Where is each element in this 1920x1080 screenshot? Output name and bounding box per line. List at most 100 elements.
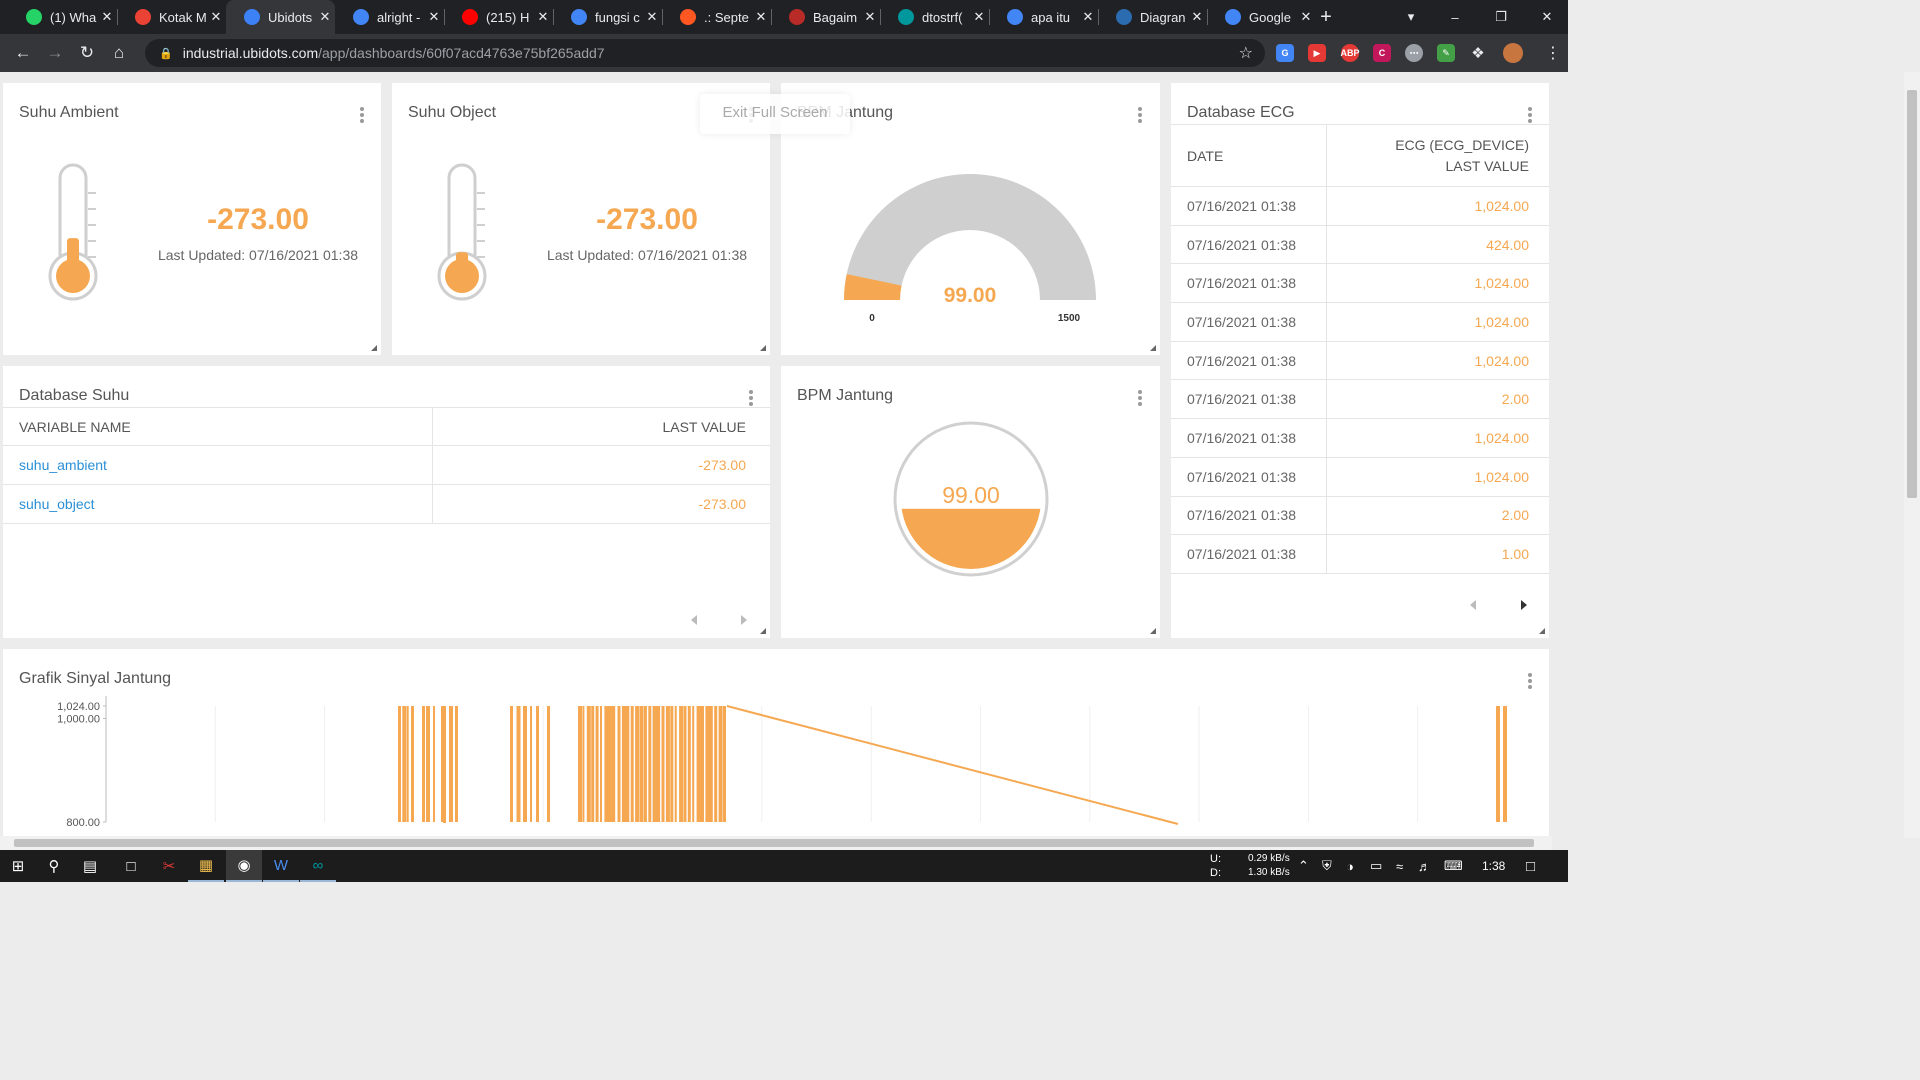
signal-spike [626, 706, 630, 822]
vertical-scrollbar[interactable] [1904, 72, 1920, 838]
close-tab-icon[interactable]: ✕ [206, 9, 226, 25]
column-header-last-value[interactable]: LAST VALUE [432, 407, 770, 446]
arduino-app-icon[interactable]: ∞ [300, 850, 336, 882]
wifi-icon[interactable]: ≈ [1396, 850, 1403, 882]
close-tab-icon[interactable]: ✕ [969, 9, 989, 25]
close-tab-icon[interactable]: ✕ [1187, 9, 1207, 25]
pen-extension-icon[interactable]: ✎ [1437, 44, 1455, 62]
task-view-icon[interactable]: ▤ [72, 850, 108, 882]
bookmark-star-icon[interactable]: ☆ [1239, 43, 1253, 63]
photos-app-icon[interactable]: □ [113, 850, 149, 882]
widget-title: Suhu Ambient [19, 104, 119, 121]
browser-tab[interactable]: apa itu ✕ [989, 0, 1098, 34]
browser-tab[interactable]: Diagran ✕ [1098, 0, 1207, 34]
back-button[interactable]: ← [8, 34, 38, 72]
minimize-icon[interactable]: – [1440, 0, 1470, 34]
resize-handle[interactable] [760, 628, 766, 634]
battery-icon[interactable]: ▭ [1370, 850, 1382, 882]
tray-chevron-icon[interactable]: ⌃ [1298, 850, 1309, 882]
browser-menu-icon[interactable]: ⋮ [1538, 34, 1568, 72]
widget-menu-icon[interactable] [1138, 107, 1142, 125]
y-tick-label: 1,024.00 [57, 701, 100, 713]
chrome-taskbar-icon[interactable]: ◉ [226, 850, 262, 882]
file-explorer-icon[interactable]: ▦ [188, 850, 224, 882]
browser-tab[interactable]: Google ✕ [1207, 0, 1316, 34]
close-window-icon[interactable]: ✕ [1532, 0, 1562, 34]
search-icon[interactable]: ⚲ [36, 850, 72, 882]
translate-extension-icon[interactable]: G [1276, 44, 1294, 62]
scrollbar-thumb[interactable] [14, 839, 1534, 847]
home-icon[interactable]: ⌂ [104, 34, 134, 72]
keyboard-icon[interactable]: ⌨ [1444, 850, 1463, 882]
close-tab-icon[interactable]: ✕ [860, 9, 880, 25]
prev-page-icon[interactable] [691, 615, 697, 625]
next-page-icon[interactable] [1521, 600, 1527, 610]
prev-page-icon[interactable] [1470, 600, 1476, 610]
c-extension-icon[interactable]: C [1373, 44, 1391, 62]
lock-tray-icon[interactable]: ◑ [1346, 850, 1354, 882]
variable-name-link[interactable]: suhu_object [3, 484, 433, 524]
column-header-value[interactable]: ECG (ECG_DEVICE) LAST VALUE [1326, 124, 1549, 187]
reload-button[interactable]: ↻ [72, 34, 102, 72]
widget-menu-icon[interactable] [360, 107, 364, 125]
scrollbar-thumb[interactable] [1907, 90, 1917, 498]
video-extension-icon[interactable]: ▶ [1308, 44, 1326, 62]
maximize-icon[interactable]: ❐ [1486, 0, 1516, 34]
horizontal-scrollbar[interactable] [0, 836, 1552, 850]
profile-avatar[interactable] [1503, 43, 1523, 63]
column-header-variable[interactable]: VARIABLE NAME [3, 407, 433, 446]
adblock-extension-icon[interactable]: ABP [1341, 44, 1360, 62]
resize-handle[interactable] [1539, 628, 1545, 634]
signal-spike [595, 706, 599, 822]
browser-tab[interactable]: Ubidots ✕ [226, 0, 335, 34]
snipping-tool-icon[interactable]: ✂ [151, 850, 187, 882]
resize-handle[interactable] [371, 345, 377, 351]
extensions-puzzle-icon[interactable]: ❖ [1469, 44, 1487, 62]
widget-menu-icon[interactable] [1528, 107, 1532, 125]
browser-tab[interactable]: dtostrf(✕ [880, 0, 989, 34]
signal-spike [613, 706, 616, 822]
tab-title: Diagran [1140, 9, 1186, 25]
security-shield-icon[interactable]: ⛨ [1322, 850, 1332, 882]
browser-tab-strip: (1) Wha ✕ Kotak M ✕ Ubidots ✕ alright - ✕ (215) … [0, 0, 1568, 34]
column-header-date[interactable]: DATE [1171, 124, 1327, 187]
close-tab-icon[interactable]: ✕ [1078, 9, 1098, 25]
browser-tab[interactable]: (215) H ✕ [444, 0, 553, 34]
resize-handle[interactable] [1150, 345, 1156, 351]
widget-menu-icon[interactable] [749, 390, 753, 408]
browser-tab[interactable]: Bagaim ✕ [771, 0, 880, 34]
chat-extension-icon[interactable]: ⋯ [1405, 44, 1423, 62]
close-tab-icon[interactable]: ✕ [751, 9, 771, 25]
close-tab-icon[interactable]: ✕ [424, 9, 444, 25]
close-tab-icon[interactable]: ✕ [315, 9, 335, 25]
browser-tab[interactable]: (1) Wha ✕ [8, 0, 117, 34]
resize-handle[interactable] [760, 345, 766, 351]
new-tab-button[interactable]: + [1314, 0, 1338, 34]
windows-start-icon[interactable]: ⊞ [0, 850, 36, 882]
forward-button[interactable]: → [40, 34, 70, 72]
clock[interactable]: 1:38 [1482, 850, 1505, 882]
widget-database-ecg: Database ECG DATE ECG (ECG_DEVICE) LAST … [1171, 83, 1549, 638]
signal-spike [586, 706, 591, 822]
volume-icon[interactable]: ♬ [1418, 850, 1431, 882]
widget-suhu-ambient: Suhu Ambient -273.00 Last Updated: 07/16… [3, 83, 381, 355]
address-bar[interactable]: 🔒 industrial.ubidots.com/app/dashboards/… [145, 39, 1265, 67]
browser-tab[interactable]: Kotak M ✕ [117, 0, 226, 34]
word-app-icon[interactable]: W [263, 850, 299, 882]
widget-menu-icon[interactable] [1138, 390, 1142, 408]
close-tab-icon[interactable]: ✕ [642, 9, 662, 25]
signal-spike [516, 706, 521, 822]
close-tab-icon[interactable]: ✕ [1296, 9, 1316, 25]
browser-tab[interactable]: .: Septe ✕ [662, 0, 771, 34]
tab-search-icon[interactable]: ▾ [1396, 0, 1426, 34]
table-row: 07/16/2021 01:38 1,024.00 [1171, 302, 1549, 342]
resize-handle[interactable] [1150, 628, 1156, 634]
browser-tab[interactable]: alright - ✕ [335, 0, 444, 34]
close-tab-icon[interactable]: ✕ [97, 9, 117, 25]
close-tab-icon[interactable]: ✕ [533, 9, 553, 25]
table-row: 07/16/2021 01:38 1.00 [1171, 534, 1549, 574]
notification-center-icon[interactable]: □ [1526, 850, 1535, 882]
variable-name-link[interactable]: suhu_ambient [3, 445, 433, 485]
next-page-icon[interactable] [741, 615, 747, 625]
browser-tab[interactable]: fungsi c ✕ [553, 0, 662, 34]
